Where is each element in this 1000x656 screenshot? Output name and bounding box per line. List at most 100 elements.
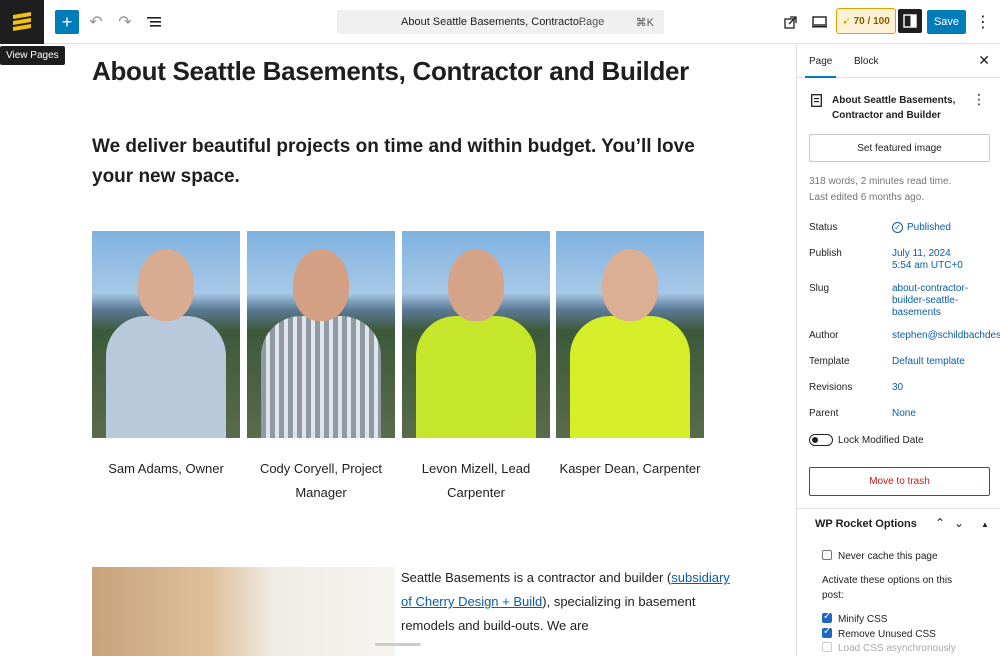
- publish-value[interactable]: July 11, 2024 5:54 am UTC+0: [892, 248, 963, 272]
- add-block-button[interactable]: +: [55, 10, 79, 34]
- external-link-icon: [783, 15, 797, 29]
- logo-icon: [13, 12, 31, 31]
- status-label: Status: [809, 222, 838, 233]
- panel-divider: [797, 508, 1000, 509]
- plus-icon: +: [61, 11, 73, 32]
- document-type: · Page: [572, 16, 605, 28]
- settings-sidebar-toggle[interactable]: [898, 9, 922, 33]
- sidebar-icon: [903, 14, 917, 28]
- parent-value[interactable]: None: [892, 408, 916, 420]
- person-body: [570, 316, 690, 438]
- intro-paragraph[interactable]: Seattle Basements is a contractor and bu…: [401, 566, 731, 638]
- lock-modified-date-toggle[interactable]: [809, 434, 833, 446]
- person-head: [448, 249, 504, 321]
- more-vertical-icon[interactable]: ⋮: [972, 91, 986, 108]
- remove-unused-css-label: Remove Unused CSS: [838, 629, 936, 640]
- person-body: [261, 316, 381, 438]
- redo-button[interactable]: ↷: [113, 10, 137, 34]
- undo-icon: ↶: [89, 14, 103, 31]
- never-cache-label: Never cache this page: [838, 551, 938, 562]
- team-photo-2[interactable]: [247, 231, 395, 438]
- minify-css-label: Minify CSS: [838, 614, 888, 625]
- status-text: Published: [907, 222, 951, 233]
- team-caption-4[interactable]: Kasper Dean, Carpenter: [550, 457, 710, 481]
- person-body: [106, 316, 226, 438]
- page-document-icon: [811, 94, 822, 112]
- team-photo-1[interactable]: [92, 231, 240, 438]
- never-cache-checkbox[interactable]: [822, 550, 832, 560]
- team-photo-4[interactable]: [556, 231, 704, 438]
- set-featured-image-button[interactable]: Set featured image: [809, 134, 990, 162]
- revisions-value[interactable]: 30: [892, 382, 903, 394]
- status-value[interactable]: ✓ Published: [892, 222, 951, 234]
- close-icon[interactable]: ✕: [978, 52, 990, 69]
- move-to-trash-button[interactable]: Move to trash: [809, 467, 990, 496]
- collapse-panel-icon[interactable]: ▲: [981, 520, 989, 529]
- template-value[interactable]: Default template: [892, 356, 965, 368]
- view-pages-tooltip: View Pages: [0, 46, 65, 65]
- sidebar-tabs: Page Block ✕: [797, 44, 1000, 78]
- parent-label: Parent: [809, 408, 839, 419]
- author-value[interactable]: stephen@schildbachdes: [892, 330, 1000, 342]
- lock-modified-label: Lock Modified Date: [838, 435, 924, 446]
- person-head: [138, 249, 194, 321]
- page-title[interactable]: About Seattle Basements, Contractor and …: [92, 56, 689, 87]
- person-head: [602, 249, 658, 321]
- rocket-icon: ➹: [842, 15, 851, 27]
- resize-handle[interactable]: [375, 643, 421, 646]
- wp-rocket-panel-title[interactable]: WP Rocket Options: [815, 518, 917, 530]
- top-toolbar: + ↶ ↷ About Seattle Basements, Contracto…: [0, 0, 1000, 44]
- more-vertical-icon: ⋮: [975, 14, 991, 31]
- template-label: Template: [809, 356, 850, 367]
- slug-line-1: about-contractor-: [892, 283, 969, 294]
- team-caption-1[interactable]: Sam Adams, Owner: [86, 457, 246, 481]
- sidebar-page-title: About Seattle Basements, Contractor and …: [832, 95, 956, 121]
- team-caption-2[interactable]: Cody Coryell, Project Manager: [241, 457, 401, 505]
- command-palette-bar[interactable]: About Seattle Basements, Contracto… · Pa…: [337, 10, 664, 34]
- person-head: [293, 249, 349, 321]
- slug-line-2: builder-seattle-: [892, 295, 959, 306]
- publish-time: 5:54 am UTC+0: [892, 260, 963, 271]
- shortcut-hint: ⌘K: [635, 17, 654, 29]
- slug-value[interactable]: about-contractor-builder-seattle-basemen…: [892, 283, 968, 319]
- chevron-up-icon[interactable]: ⌃: [935, 516, 945, 530]
- slug-label: Slug: [809, 283, 830, 294]
- para-text-start: Seattle Basements is a contractor and bu…: [401, 570, 672, 585]
- stairs-photo[interactable]: [92, 567, 395, 656]
- team-caption-3[interactable]: Levon Mizell, Lead Carpenter: [396, 457, 556, 505]
- document-title: About Seattle Basements, Contracto…: [401, 16, 590, 28]
- document-overview-button[interactable]: [142, 10, 166, 34]
- tab-page[interactable]: Page: [804, 56, 837, 78]
- site-logo-button[interactable]: [0, 0, 44, 44]
- save-button[interactable]: Save: [927, 10, 966, 34]
- undo-button[interactable]: ↶: [84, 10, 108, 34]
- word-count: 318 words, 2 minutes read time.: [809, 176, 952, 187]
- minify-css-checkbox[interactable]: [822, 611, 832, 623]
- seo-score-button[interactable]: ➹ 70 / 100: [836, 8, 896, 34]
- publish-label: Publish: [809, 248, 842, 259]
- desktop-icon: [811, 16, 827, 28]
- list-view-icon: [147, 17, 161, 27]
- activate-options-text: Activate these options on this post:: [822, 575, 953, 601]
- options-menu-button[interactable]: ⋮: [971, 10, 995, 34]
- load-css-async-label: Load CSS asynchronously: [838, 643, 956, 654]
- preview-button[interactable]: [807, 10, 831, 34]
- view-page-button[interactable]: [778, 10, 802, 34]
- author-label: Author: [809, 330, 839, 341]
- redo-icon: ↷: [118, 14, 132, 31]
- tab-block[interactable]: Block: [854, 56, 878, 67]
- lead-paragraph[interactable]: We deliver beautiful projects on time an…: [92, 132, 712, 192]
- load-css-async-checkbox[interactable]: [822, 642, 832, 652]
- slug-line-3: basements: [892, 307, 941, 318]
- remove-unused-css-checkbox[interactable]: [822, 626, 832, 638]
- seo-score: 70 / 100: [853, 15, 890, 27]
- team-photo-3[interactable]: [402, 231, 550, 438]
- settings-sidebar: Page Block ✕ About Seattle Basements, Co…: [796, 44, 1000, 656]
- chevron-down-icon[interactable]: ⌄: [954, 516, 964, 530]
- person-body: [416, 316, 536, 438]
- published-check-icon: ✓: [892, 222, 903, 233]
- revisions-label: Revisions: [809, 382, 853, 393]
- last-edited: Last edited 6 months ago.: [809, 192, 925, 203]
- editor-canvas[interactable]: About Seattle Basements, Contractor and …: [0, 44, 796, 656]
- publish-date: July 11, 2024: [892, 248, 951, 259]
